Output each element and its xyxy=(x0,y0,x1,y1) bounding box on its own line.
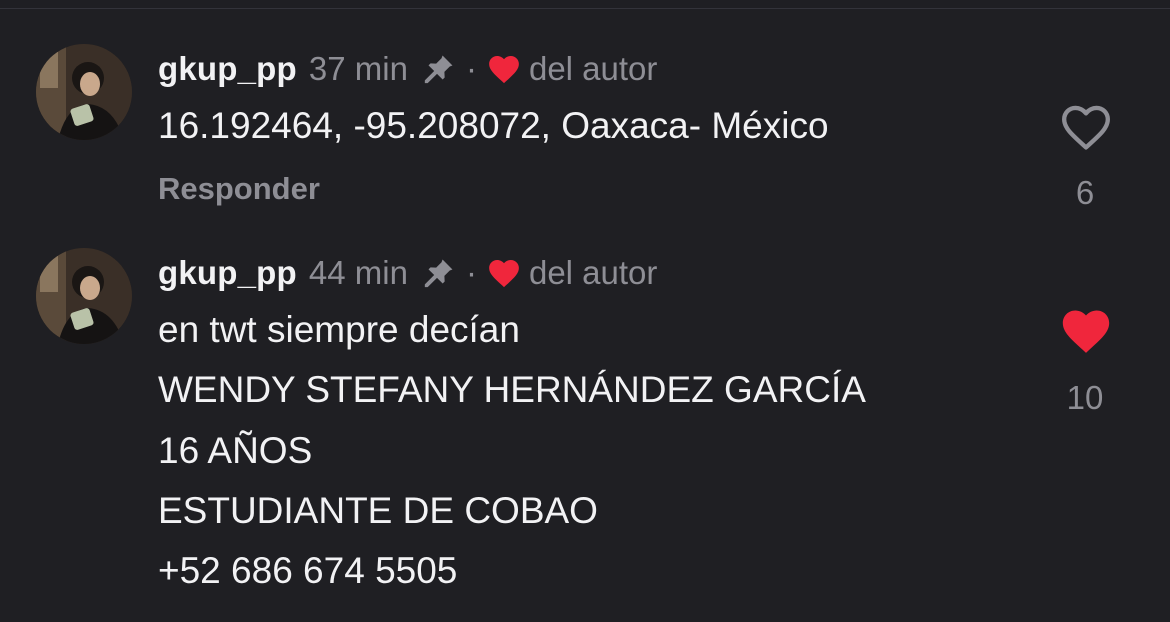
timestamp: 37 min xyxy=(308,50,408,87)
comment-text-line: ESTUDIANTE DE COBAO xyxy=(158,490,598,531)
comment-header: gkup_pp 44 min · del autor xyxy=(158,253,657,293)
comment-text-line: 16 AÑOS xyxy=(158,430,313,471)
pin-icon xyxy=(422,256,456,290)
heart-icon xyxy=(487,257,521,289)
avatar[interactable] xyxy=(36,248,132,344)
separator-dot: · xyxy=(465,50,477,87)
timestamp: 44 min xyxy=(308,254,408,291)
comment-text-line: en twt siempre decían xyxy=(158,309,520,350)
separator-dot: · xyxy=(465,254,477,291)
avatar[interactable] xyxy=(36,44,132,140)
like-count: 6 xyxy=(1075,174,1095,211)
pin-icon xyxy=(422,52,456,86)
reply-button[interactable]: Responder xyxy=(158,171,320,207)
comment-header: gkup_pp 37 min · del autor xyxy=(158,49,657,89)
heart-filled-icon xyxy=(1062,310,1110,353)
like-count: 10 xyxy=(1066,379,1104,416)
avatar-photo xyxy=(36,248,132,344)
top-divider xyxy=(0,8,1170,9)
author-like-label: del autor xyxy=(528,50,658,87)
comment-text-line: WENDY STEFANY HERNÁNDEZ GARCÍA xyxy=(158,369,866,410)
author-like-label: del autor xyxy=(528,254,658,291)
like-button[interactable] xyxy=(1058,102,1114,152)
username[interactable]: gkup_pp xyxy=(158,50,297,88)
like-button[interactable] xyxy=(1058,306,1114,356)
heart-icon xyxy=(487,53,521,85)
username[interactable]: gkup_pp xyxy=(158,254,297,292)
comment-text: 16.192464, -95.208072, Oaxaca- México xyxy=(158,105,829,146)
heart-outline-icon xyxy=(1062,105,1110,150)
avatar-photo xyxy=(36,44,132,140)
comment-text-line: +52 686 674 5505 xyxy=(158,550,458,591)
